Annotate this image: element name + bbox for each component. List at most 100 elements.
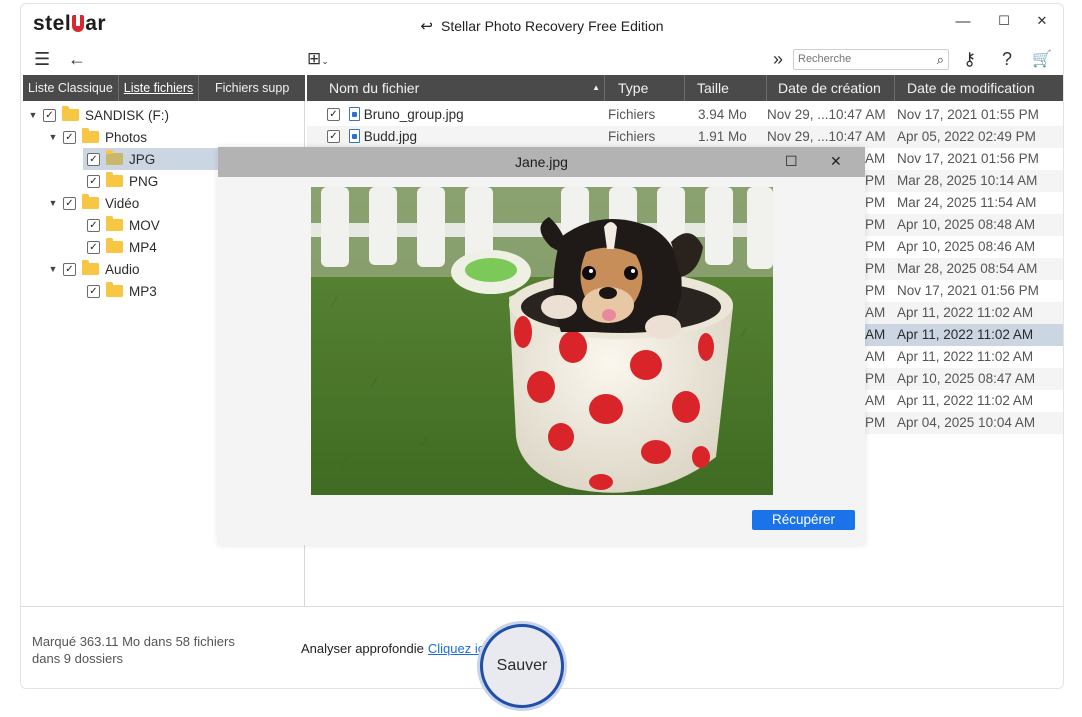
table-row[interactable]: ✓ Bruno_group.jpg Fichiers 3.94 Mo Nov 2… [307,104,1063,126]
tree-label: SANDISK (F:) [85,107,170,123]
key-icon[interactable]: ⚷ [963,49,976,70]
expand-arrow-icon[interactable]: ▼ [27,110,39,120]
tab-fichiers-supp[interactable]: Fichiers supp [199,75,305,101]
column-header-created[interactable]: Date de création [767,75,895,101]
expand-arrow-icon[interactable]: ▼ [47,198,59,208]
checkbox[interactable]: ✓ [87,218,100,232]
tree-label: Vidéo [105,195,140,211]
created-cell: PM [865,239,886,254]
folder-icon [106,216,123,231]
checkbox[interactable]: ✓ [327,130,340,143]
dialog-close-button[interactable]: ✕ [830,153,842,170]
tree-node-png[interactable]: ✓ PNG [83,170,158,192]
tree-label: MOV [129,217,160,233]
folder-icon [82,260,99,275]
type-cell: Fichiers [608,107,656,122]
modified-cell: Mar 24, 2025 11:54 AM [897,195,1037,210]
checkbox[interactable]: ✓ [43,108,56,122]
tab-liste-fichiers[interactable]: Liste fichiers [119,75,200,101]
modified-cell: Apr 04, 2025 10:04 AM [897,415,1036,430]
created-cell: PM [865,195,886,210]
created-cell: PM [865,173,886,188]
tab-liste-classique[interactable]: Liste Classique [23,75,119,101]
file-icon [349,107,360,121]
search-box[interactable]: ⌕ [793,49,949,70]
cart-icon[interactable]: 🛒 [1032,49,1052,69]
title-bar: stel ar ↩ Stellar Photo Recovery Free Edit… [21,4,1063,46]
checkbox[interactable]: ✓ [87,152,100,166]
close-button[interactable]: ✕ [1030,13,1054,29]
search-icon[interactable]: ⌕ [937,52,944,68]
table-row[interactable]: ✓ Budd.jpg Fichiers 1.91 Mo Nov 29, ...1… [307,126,1063,148]
modified-cell: Apr 10, 2025 08:47 AM [897,371,1036,386]
window-title: ↩ Stellar Photo Recovery Free Edition [21,17,1063,35]
checkbox[interactable]: ✓ [63,130,76,144]
marked-line-2: dans 9 dossiers [32,651,124,666]
tree-node-mp3[interactable]: ✓ MP3 [83,280,157,302]
tree-node-video[interactable]: ▼ ✓ Vidéo [47,192,139,214]
column-header-size[interactable]: Taille [685,75,767,101]
tree-label: Audio [105,261,140,277]
modified-cell: Apr 11, 2022 11:02 AM [897,305,1034,320]
checkbox[interactable]: ✓ [327,108,340,121]
created-cell: AM [865,151,886,166]
dialog-title: Jane.jpg [515,154,568,170]
modified-cell: Apr 10, 2025 08:46 AM [897,239,1036,254]
folder-icon [106,282,123,297]
search-input[interactable] [798,53,918,65]
preview-dialog: Jane.jpg ☐ ✕ Récupérer [218,147,865,545]
tree-label: JPG [129,151,156,167]
undo-arrow-icon[interactable]: ↩ [420,17,433,35]
marked-summary: Marqué 363.11 Mo dans 58 fichiers dans 9… [32,633,235,667]
modified-cell: Apr 11, 2022 11:02 AM [897,393,1034,408]
modified-cell: Apr 11, 2022 11:02 AM [897,349,1034,364]
column-header-type[interactable]: Type [605,75,685,101]
created-cell: Nov 29, ...10:47 AM [767,129,886,144]
back-arrow-icon[interactable]: ← [68,49,86,70]
column-label: Nom du fichier [329,80,420,96]
folder-icon [106,150,123,165]
checkbox[interactable]: ✓ [63,196,76,210]
double-chevron-icon[interactable]: » [773,49,783,70]
checkbox[interactable]: ✓ [87,174,100,188]
tree-node-photos[interactable]: ▼ ✓ Photos [47,126,147,148]
recover-button[interactable]: Récupérer [752,510,855,530]
modified-cell: Apr 11, 2022 11:02 AM [897,327,1034,342]
size-cell: 3.94 Mo [698,107,747,122]
puppy-photo [311,187,773,495]
deep-scan-link[interactable]: Cliquez ici [428,641,487,656]
file-icon [349,129,360,143]
tree-node-mp4[interactable]: ✓ MP4 [83,236,157,258]
column-header-modified[interactable]: Date de modification [895,75,1063,101]
created-cell: PM [865,415,886,430]
modified-cell: Apr 10, 2025 08:48 AM [897,217,1036,232]
created-cell: PM [865,261,886,276]
preview-image [311,187,773,495]
deep-scan-prompt: Analyser approfondie Cliquez ici [301,641,487,656]
hamburger-menu-icon[interactable]: ☰ [34,49,50,70]
tree-node-sandisk[interactable]: ▼ ✓ SANDISK (F:) [27,104,169,126]
file-table-header: Nom du fichier ▲ Type Taille Date de cré… [307,75,1063,101]
tree-node-mov[interactable]: ✓ MOV [83,214,160,236]
created-cell: PM [865,283,886,298]
view-grid-icon[interactable]: ⊞⌄ [307,49,329,69]
created-cell: AM [865,349,886,364]
minimize-button[interactable]: — [951,13,975,30]
maximize-button[interactable]: ☐ [992,13,1016,29]
dialog-maximize-button[interactable]: ☐ [785,153,798,170]
modified-cell: Nov 17, 2021 01:55 PM [897,107,1039,122]
checkbox[interactable]: ✓ [63,262,76,276]
save-button[interactable]: Sauver [480,624,564,708]
app-title-text: Stellar Photo Recovery Free Edition [441,18,664,34]
checkbox[interactable]: ✓ [87,240,100,254]
column-header-name[interactable]: Nom du fichier ▲ [307,75,605,101]
expand-arrow-icon[interactable]: ▼ [47,132,59,142]
folder-icon [82,194,99,209]
tree-node-audio[interactable]: ▼ ✓ Audio [47,258,140,280]
sort-ascending-icon[interactable]: ▲ [592,83,600,92]
checkbox[interactable]: ✓ [87,284,100,298]
help-icon[interactable]: ? [1002,49,1012,70]
folder-icon [82,128,99,143]
expand-arrow-icon[interactable]: ▼ [47,264,59,274]
deep-scan-label: Analyser approfondie [301,641,424,656]
